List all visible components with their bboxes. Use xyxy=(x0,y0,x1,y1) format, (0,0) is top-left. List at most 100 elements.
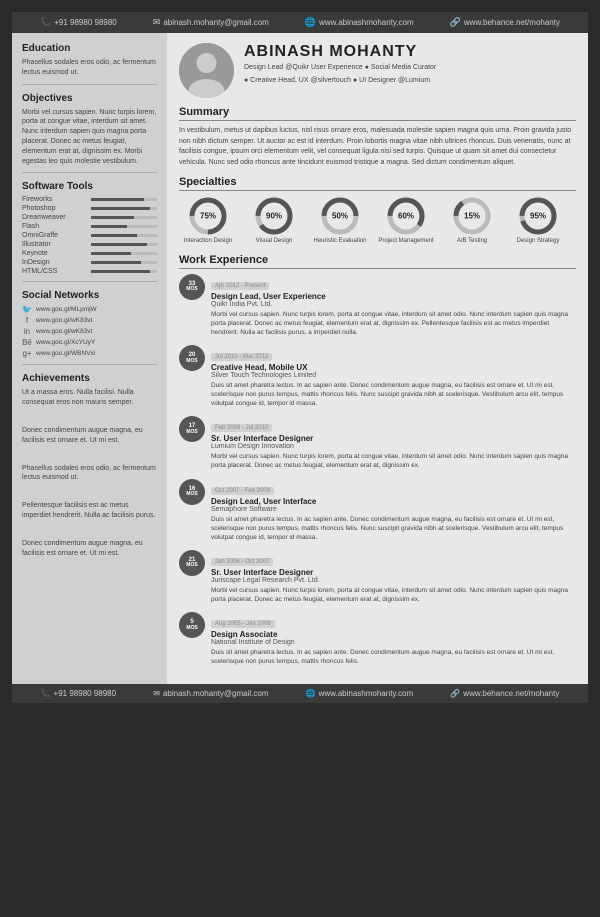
work-header: Work Experience xyxy=(179,254,576,269)
footer-website-url: www.abinashmohanty.com xyxy=(319,689,414,698)
donut-container: 75% xyxy=(188,196,228,236)
social-title: Social Networks xyxy=(22,290,157,301)
summary-text: In vestibulum, metus ut dapibus luctus, … xyxy=(179,126,576,168)
social-link: www.goo.gl/XcYUyY xyxy=(36,339,95,346)
tool-bar-bg xyxy=(91,207,157,210)
globe-icon: 🌐 xyxy=(305,17,316,28)
tool-name: Fireworks xyxy=(22,196,87,203)
social-row: g+ www.goo.gl/WBNVxi xyxy=(22,349,157,358)
work-date: Aug 2005 - Jan 2006 xyxy=(211,620,275,628)
donut-label: 90% xyxy=(266,212,282,221)
tool-name: HTML/CSS xyxy=(22,268,87,275)
specialty-name: Project Management xyxy=(378,238,433,246)
tool-bar-bg xyxy=(91,261,157,264)
badge-unit: MOS xyxy=(186,492,197,498)
specialty-name: Interaction Design xyxy=(184,238,232,246)
work-company: Lumium Design Innovation xyxy=(211,443,576,450)
work-badge: 33 MOS xyxy=(179,274,205,300)
footer-email-icon: ✉ xyxy=(153,689,160,698)
donut-label: 95% xyxy=(530,212,546,221)
work-desc: Morbi vel cursus sapien. Nunc turpis lor… xyxy=(211,310,576,337)
tool-bar-bg xyxy=(91,270,157,273)
main-content: Education Phasellus sodales eros odio, a… xyxy=(12,33,588,684)
divider-4 xyxy=(22,364,157,365)
footer-behance-url: www.behance.net/mohanty xyxy=(463,689,559,698)
footer-website: 🌐 www.abinashmohanty.com xyxy=(306,689,414,698)
left-column: Education Phasellus sodales eros odio, a… xyxy=(12,33,167,684)
education-text: Phasellus sodales eros odio, ac fermentu… xyxy=(22,58,157,78)
work-desc: Duis sit amet pharetra lectus. In ac sap… xyxy=(211,381,576,408)
contact-email: ✉ abinash.mohanty@gmail.com xyxy=(153,17,269,28)
tool-bar-bg xyxy=(91,252,157,255)
work-title: Sr. User Interface Designer xyxy=(211,568,576,577)
footer-email: ✉ abinash.mohanty@gmail.com xyxy=(153,689,268,698)
profile-info: ABINASH MOHANTY Design Lead @Quikr User … xyxy=(244,43,576,86)
donut-label: 60% xyxy=(398,212,414,221)
email-address: abinash.mohanty@gmail.com xyxy=(163,18,269,27)
specialty-item: 60% Project Management xyxy=(377,196,435,246)
footer-email-address: abinash.mohanty@gmail.com xyxy=(163,689,269,698)
social-row: Bē www.goo.gl/XcYUyY xyxy=(22,338,157,347)
tool-bar-fill xyxy=(91,243,147,246)
tool-name: OmniGraffe xyxy=(22,232,87,239)
tool-row: Fireworks xyxy=(22,196,157,203)
work-details: Jan 2006 - Oct 2007 Sr. User Interface D… xyxy=(211,550,576,604)
specialties-header: Specialties xyxy=(179,176,576,191)
tool-row: Flash xyxy=(22,223,157,230)
achievements-text-4: Pellentesque facilisis est ac metus impe… xyxy=(22,501,157,521)
work-details: Jul 2010 - Mar 2012 Creative Head, Mobil… xyxy=(211,345,576,408)
badge-unit: MOS xyxy=(186,359,197,365)
contact-phone: 📞 +91 98980 98980 xyxy=(40,17,117,28)
achievements-text-1: Ut a massa eros. Nulla facilisi. Nulla c… xyxy=(22,388,157,408)
contact-website: 🌐 www.abinashmohanty.com xyxy=(305,17,414,28)
work-item: 17 MOS Feb 2009 - Jul 2010 Sr. User Inte… xyxy=(179,416,576,470)
achievements-title: Achievements xyxy=(22,373,157,384)
tool-bar-bg xyxy=(91,216,157,219)
social-icon: f xyxy=(22,316,32,325)
social-link: www.goo.gl/wK83vt xyxy=(36,317,92,324)
tool-bar-bg xyxy=(91,225,157,228)
tool-bar-bg xyxy=(91,234,157,237)
donut-container: 95% xyxy=(518,196,558,236)
work-badge: 5 MOS xyxy=(179,612,205,638)
work-title: Design Associate xyxy=(211,630,576,639)
specialty-item: 90% Visual Design xyxy=(245,196,303,246)
work-item: 5 MOS Aug 2005 - Jan 2006 Design Associa… xyxy=(179,612,576,666)
specialty-item: 15% A/B Testing xyxy=(443,196,501,246)
specialty-item: 75% Interaction Design xyxy=(179,196,237,246)
work-company: Semaphore Software xyxy=(211,506,576,513)
objectives-text: Morbi vel cursus sapien. Nunc turpis lor… xyxy=(22,108,157,167)
donut-container: 90% xyxy=(254,196,294,236)
achievements-text-3: Phasellus sodales eros odio, ac fermentu… xyxy=(22,464,157,484)
behance-url: www.behance.net/mohanty xyxy=(464,18,560,27)
work-title: Creative Head, Mobile UX xyxy=(211,363,576,372)
work-company: Silver Touch Technologies Limited xyxy=(211,372,576,379)
software-title: Software Tools xyxy=(22,181,157,192)
tool-name: Illustrator xyxy=(22,241,87,248)
work-details: Aug 2005 - Jan 2006 Design Associate Nat… xyxy=(211,612,576,666)
badge-unit: MOS xyxy=(186,430,197,436)
social-container: 🐦 www.goo.gl/MLpmjW f www.goo.gl/wK83vt … xyxy=(22,305,157,358)
social-icon: Bē xyxy=(22,338,32,347)
work-badge: 17 MOS xyxy=(179,416,205,442)
profile-title-line1: Design Lead @Quikr User Experience ● Soc… xyxy=(244,63,576,74)
tool-bar-fill xyxy=(91,270,150,273)
profile-photo xyxy=(179,43,234,98)
donut-container: 50% xyxy=(320,196,360,236)
work-badge: 21 MOS xyxy=(179,550,205,576)
work-item: 33 MOS Apr 2012 - Present Design Lead, U… xyxy=(179,274,576,337)
work-date: Jan 2006 - Oct 2007 xyxy=(211,558,273,566)
footer-phone: 📞 +91 98980 98980 xyxy=(41,689,116,698)
specialties-container: 75% Interaction Design 90% Visual Design… xyxy=(179,196,576,246)
tool-name: Flash xyxy=(22,223,87,230)
tool-row: Photoshop xyxy=(22,205,157,212)
tool-name: InDesign xyxy=(22,259,87,266)
profile-header: ABINASH MOHANTY Design Lead @Quikr User … xyxy=(179,43,576,98)
phone-number: +91 98980 98980 xyxy=(54,18,117,27)
work-item: 20 MOS Jul 2010 - Mar 2012 Creative Head… xyxy=(179,345,576,408)
tools-container: Fireworks Photoshop Dreamweaver Flash Om… xyxy=(22,196,157,275)
work-date: Jul 2010 - Mar 2012 xyxy=(211,353,272,361)
donut-label: 75% xyxy=(200,212,216,221)
email-icon: ✉ xyxy=(153,17,161,28)
social-icon: g+ xyxy=(22,349,32,358)
